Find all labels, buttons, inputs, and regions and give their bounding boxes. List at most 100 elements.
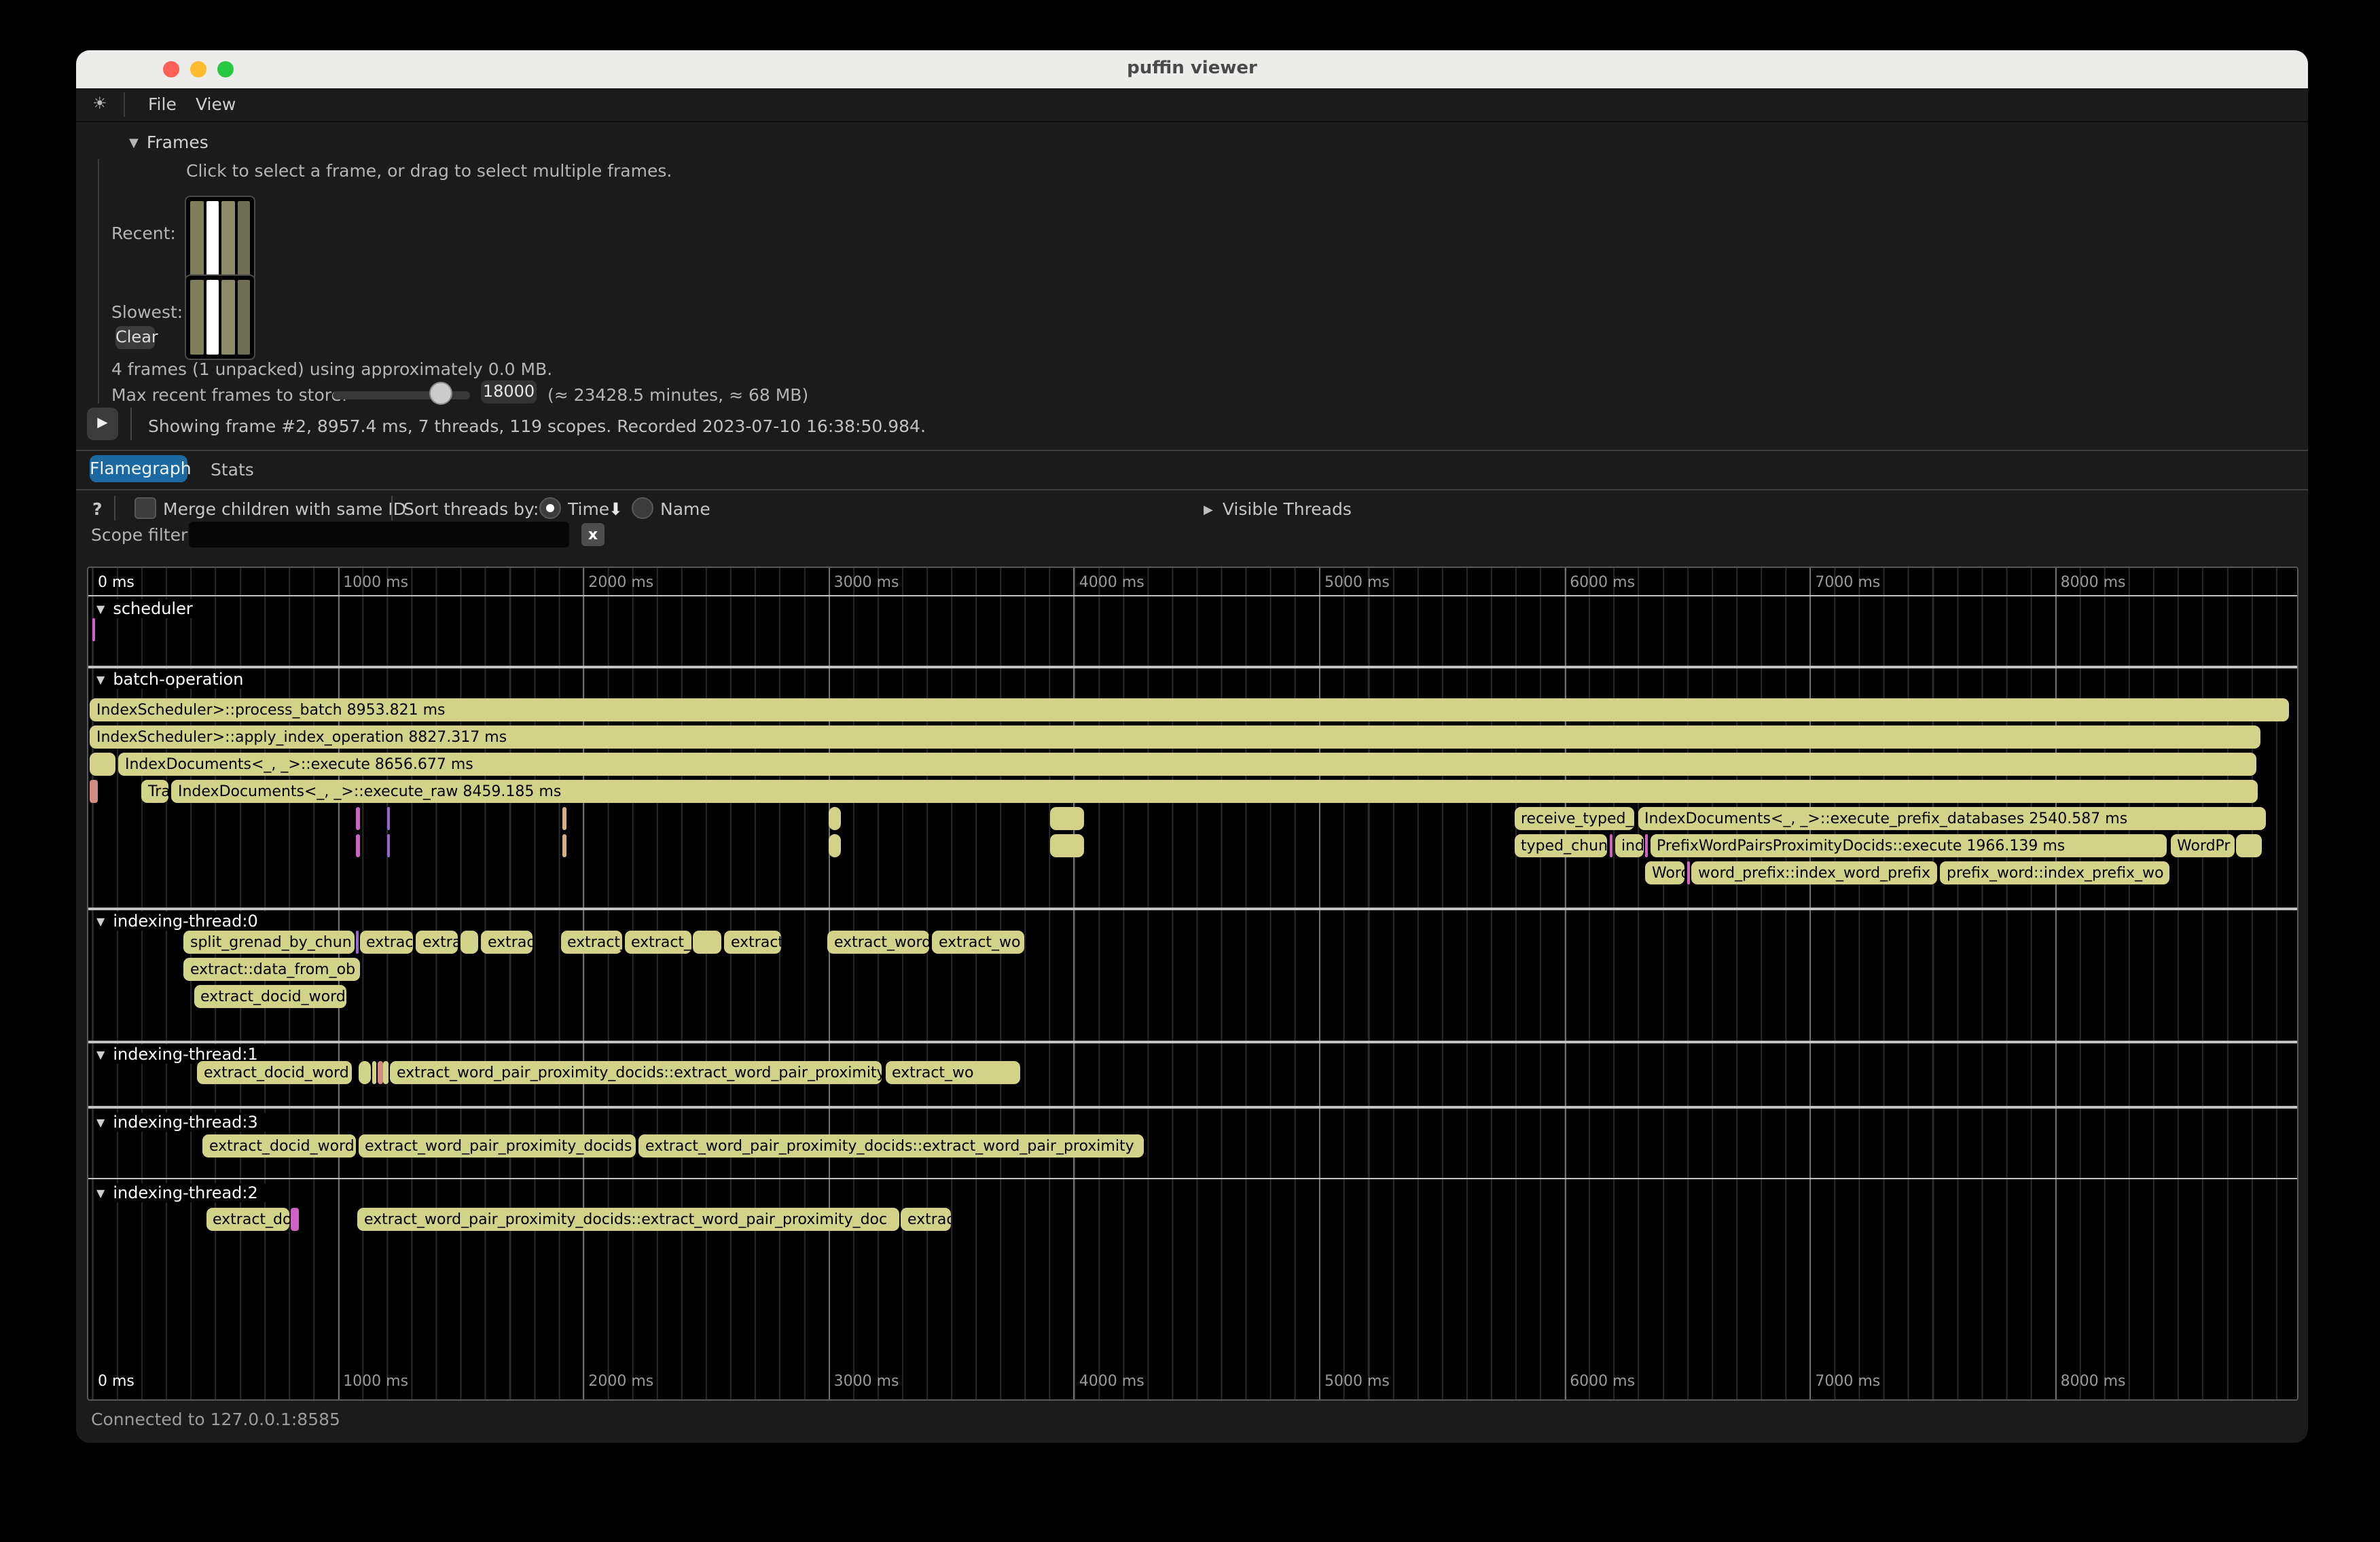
sort-direction-arrow-icon[interactable]: ⬇ xyxy=(609,499,623,519)
scope-bar[interactable]: WordPr xyxy=(2170,834,2234,857)
scope-bar[interactable]: IndexScheduler>::apply_index_operation 8… xyxy=(90,725,2260,749)
help-button[interactable]: ? xyxy=(92,499,103,519)
max-frames-slider-knob[interactable] xyxy=(429,381,452,404)
frame-mini-bar[interactable] xyxy=(237,201,250,276)
scope-bar[interactable]: IndexDocuments<_, _>::execute_raw 8459.1… xyxy=(171,780,2258,803)
scope-bar[interactable]: extract_wo xyxy=(932,931,1024,954)
recent-frames-thumbnail[interactable] xyxy=(185,196,255,281)
scope-bar[interactable]: extract xyxy=(724,931,781,954)
thread-header[interactable]: ▼indexing-thread:2 xyxy=(96,1183,269,1202)
scope-bar[interactable] xyxy=(383,1061,388,1084)
scope-bar[interactable] xyxy=(1687,861,1690,884)
scope-bar[interactable]: IndexScheduler>::process_batch 8953.821 … xyxy=(90,698,2289,721)
scope-bar[interactable]: extract::data_from_ob xyxy=(183,958,360,981)
scope-bar[interactable]: IndexDocuments<_, _>::execute_prefix_dat… xyxy=(1638,807,2265,830)
sort-by-time-radio[interactable] xyxy=(539,497,561,519)
theme-toggle-sun-icon[interactable]: ☀ xyxy=(92,94,107,113)
scope-bar[interactable] xyxy=(359,1061,371,1084)
flamegraph-panel[interactable]: 0 ms0 ms1000 ms1000 ms2000 ms2000 ms3000… xyxy=(87,567,2298,1401)
scope-bar[interactable] xyxy=(693,931,721,954)
scope-bar[interactable] xyxy=(2236,834,2262,857)
menu-bar: ☀ File View xyxy=(76,88,2308,122)
scope-bar[interactable]: extract_word_pair_proximity_docids xyxy=(358,1134,636,1158)
scope-bar[interactable] xyxy=(355,931,358,954)
scope-bar[interactable]: PrefixWordPairsProximityDocids::execute … xyxy=(1650,834,2166,857)
scope-bar[interactable] xyxy=(377,1061,382,1084)
frame-mini-bar[interactable] xyxy=(237,280,250,355)
scope-bar[interactable]: extract xyxy=(359,931,413,954)
scope-bar[interactable] xyxy=(90,780,98,803)
play-button[interactable]: ▶ xyxy=(87,408,118,440)
scope-bar[interactable]: extract_word_pair_proximity_docids::extr… xyxy=(357,1208,899,1231)
frame-info-text: Showing frame #2, 8957.4 ms, 7 threads, … xyxy=(148,416,926,436)
clear-button[interactable]: Clear xyxy=(115,326,155,349)
vertical-separator xyxy=(130,408,132,440)
scope-bar[interactable]: extract_word_pair_proximity_docids::extr… xyxy=(638,1134,1143,1158)
scope-bar[interactable]: index xyxy=(1615,834,1643,857)
max-frames-value[interactable]: 18000 xyxy=(481,380,537,404)
scope-bar[interactable] xyxy=(92,618,94,641)
scope-bar[interactable]: extra xyxy=(416,931,458,954)
menu-view[interactable]: View xyxy=(196,94,236,114)
scope-bar[interactable]: Trans xyxy=(141,780,168,803)
scope-bar[interactable]: extract_word xyxy=(827,931,929,954)
thread-header[interactable]: ▼indexing-thread:3 xyxy=(96,1113,269,1132)
frames-section-label: Frames xyxy=(147,132,209,152)
scope-bar[interactable] xyxy=(1050,834,1084,857)
scope-bar[interactable] xyxy=(291,1208,298,1231)
thread-header[interactable]: ▼indexing-thread:0 xyxy=(96,912,269,931)
frame-mini-bar[interactable] xyxy=(190,201,203,276)
scope-bar[interactable] xyxy=(1645,834,1648,857)
scope-bar[interactable] xyxy=(562,807,566,830)
frame-mini-bar[interactable] xyxy=(221,201,234,276)
scope-bar[interactable]: extract_docid_word xyxy=(202,1134,355,1158)
scope-bar[interactable]: Word xyxy=(1645,861,1684,884)
scope-bar[interactable]: word_prefix::index_word_prefix xyxy=(1691,861,1937,884)
scope-bar[interactable]: typed_chunk::w xyxy=(1514,834,1606,857)
scope-bar[interactable] xyxy=(356,834,359,857)
scope-bar[interactable] xyxy=(1050,807,1084,830)
tab-stats[interactable]: Stats xyxy=(211,459,254,480)
scope-bar[interactable]: extract_doc xyxy=(206,1208,289,1231)
frame-mini-bar[interactable] xyxy=(206,280,219,355)
frame-mini-bar[interactable] xyxy=(190,280,203,355)
scope-bar[interactable]: extract_word_pair_proximity_docids::extr… xyxy=(390,1061,882,1084)
scope-bar[interactable] xyxy=(460,931,478,954)
scope-bar[interactable]: receive_typed_ xyxy=(1514,807,1634,830)
scope-bar[interactable] xyxy=(829,807,840,830)
frame-mini-bar[interactable] xyxy=(206,201,219,276)
merge-children-checkbox[interactable] xyxy=(134,497,156,519)
scope-bar[interactable]: prefix_word::index_prefix_wo xyxy=(1940,861,2169,884)
scope-bar[interactable]: split_grenad_by_chun xyxy=(183,931,355,954)
scope-filter-input[interactable] xyxy=(189,522,569,548)
axis-tick-label: 1000 ms xyxy=(343,1372,408,1390)
visible-threads-expander[interactable]: ▶Visible Threads xyxy=(1204,499,1352,519)
scope-bar[interactable] xyxy=(356,807,359,830)
frames-section-header[interactable]: ▼Frames xyxy=(129,132,209,152)
menu-file[interactable]: File xyxy=(148,94,177,114)
scope-bar[interactable] xyxy=(387,807,390,830)
sort-by-name-radio[interactable] xyxy=(632,497,653,519)
title-bar[interactable]: puffin viewer xyxy=(76,50,2308,90)
slowest-frames-thumbnail[interactable] xyxy=(185,274,255,360)
scope-bar[interactable] xyxy=(1609,834,1612,857)
scope-bar[interactable]: extract_docid_word xyxy=(194,985,346,1008)
scope-bar[interactable]: extract_ xyxy=(624,931,691,954)
scope-bar[interactable]: extract_docid_word xyxy=(197,1061,352,1084)
scope-bar[interactable]: extract_ xyxy=(560,931,621,954)
scope-bar[interactable]: extract_wo xyxy=(885,1061,1020,1084)
tab-flamegraph[interactable]: Flamegraph xyxy=(90,455,187,482)
thread-header[interactable]: ▼batch-operation xyxy=(96,670,254,689)
axis-tick-label: 2000 ms xyxy=(588,1372,653,1390)
scope-filter-clear-button[interactable]: x xyxy=(581,523,605,546)
scope-bar[interactable] xyxy=(372,1061,376,1084)
scope-bar[interactable] xyxy=(562,834,566,857)
scope-bar[interactable]: extrac xyxy=(481,931,533,954)
scope-bar[interactable]: IndexDocuments<_, _>::execute 8656.677 m… xyxy=(118,753,2256,776)
thread-header[interactable]: ▼scheduler xyxy=(96,599,204,618)
scope-bar[interactable] xyxy=(90,753,115,776)
frame-mini-bar[interactable] xyxy=(221,280,234,355)
scope-bar[interactable] xyxy=(387,834,390,857)
scope-bar[interactable]: extrac xyxy=(901,1208,950,1231)
scope-bar[interactable] xyxy=(829,834,840,857)
